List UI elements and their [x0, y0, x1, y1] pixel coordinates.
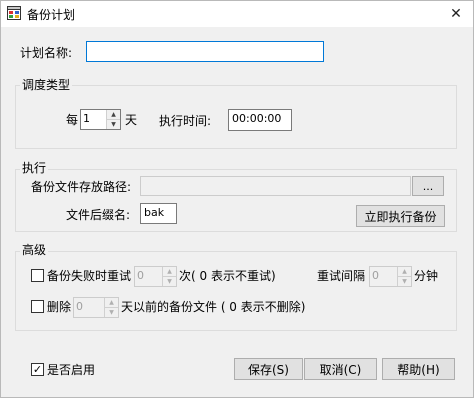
- save-button[interactable]: 保存(S): [234, 358, 303, 380]
- file-suffix-label: 文件后缀名:: [66, 208, 131, 222]
- retry-checkbox[interactable]: [31, 269, 44, 282]
- stepper-up-icon[interactable]: ▲: [163, 267, 176, 277]
- advanced-group: [15, 251, 457, 331]
- delete-hint: 天以前的备份文件 ( 0 表示不删除): [121, 300, 306, 314]
- advanced-group-title: 高级: [20, 243, 49, 257]
- schedule-group-title: 调度类型: [20, 78, 73, 92]
- retry-label: 备份失败时重试: [47, 269, 132, 283]
- run-now-button[interactable]: 立即执行备份: [356, 205, 445, 227]
- checkmark-icon: ✓: [32, 363, 43, 376]
- cancel-button[interactable]: 取消(C): [304, 358, 377, 380]
- backup-path-label: 备份文件存放路径:: [31, 180, 132, 194]
- stepper-down-icon[interactable]: ▼: [163, 277, 176, 287]
- backup-path-input[interactable]: [140, 176, 411, 196]
- retry-hint: 次( 0 表示不重试): [179, 269, 276, 283]
- delete-days-value: 0: [76, 300, 83, 313]
- day-unit-label: 天: [125, 113, 138, 127]
- close-button[interactable]: ✕: [439, 1, 473, 27]
- stepper-up-icon[interactable]: ▲: [107, 110, 120, 120]
- enabled-checkbox[interactable]: ✓: [31, 363, 44, 376]
- backup-plan-dialog: 备份计划 ✕ 计划名称: 调度类型 每 1 ▲ ▼ 天 执行时间: 00:00:…: [0, 0, 474, 398]
- stepper-down-icon[interactable]: ▼: [105, 308, 118, 318]
- every-days-stepper[interactable]: 1 ▲ ▼: [80, 109, 121, 130]
- stepper-down-icon[interactable]: ▼: [107, 120, 120, 130]
- stepper-up-icon[interactable]: ▲: [398, 267, 411, 277]
- retry-interval-stepper[interactable]: 0 ▲ ▼: [369, 266, 412, 287]
- every-days-value: 1: [83, 112, 90, 125]
- window-title: 备份计划: [27, 8, 76, 22]
- stepper-up-icon[interactable]: ▲: [105, 298, 118, 308]
- close-icon: ✕: [450, 6, 462, 22]
- enabled-label: 是否启用: [47, 363, 96, 377]
- execute-group-title: 执行: [20, 161, 49, 175]
- retry-interval-unit: 分钟: [414, 269, 439, 283]
- title-bar: 备份计划 ✕: [1, 1, 473, 27]
- file-suffix-input[interactable]: bak: [140, 203, 177, 224]
- delete-label: 删除: [47, 300, 72, 314]
- delete-days-stepper[interactable]: 0 ▲ ▼: [73, 297, 119, 318]
- help-button[interactable]: 帮助(H): [382, 358, 455, 380]
- retry-interval-value: 0: [372, 269, 379, 282]
- delete-old-checkbox[interactable]: [31, 300, 44, 313]
- retry-count-value: 0: [137, 269, 144, 282]
- every-label: 每: [66, 113, 79, 127]
- retry-interval-label: 重试间隔: [317, 269, 366, 283]
- app-icon: [7, 6, 21, 20]
- retry-count-stepper[interactable]: 0 ▲ ▼: [134, 266, 177, 287]
- plan-name-input[interactable]: [86, 41, 324, 62]
- plan-name-label: 计划名称:: [20, 46, 73, 60]
- browse-button[interactable]: ...: [412, 176, 444, 196]
- exec-time-label: 执行时间:: [159, 114, 212, 128]
- exec-time-input[interactable]: 00:00:00: [228, 109, 292, 131]
- stepper-down-icon[interactable]: ▼: [398, 277, 411, 287]
